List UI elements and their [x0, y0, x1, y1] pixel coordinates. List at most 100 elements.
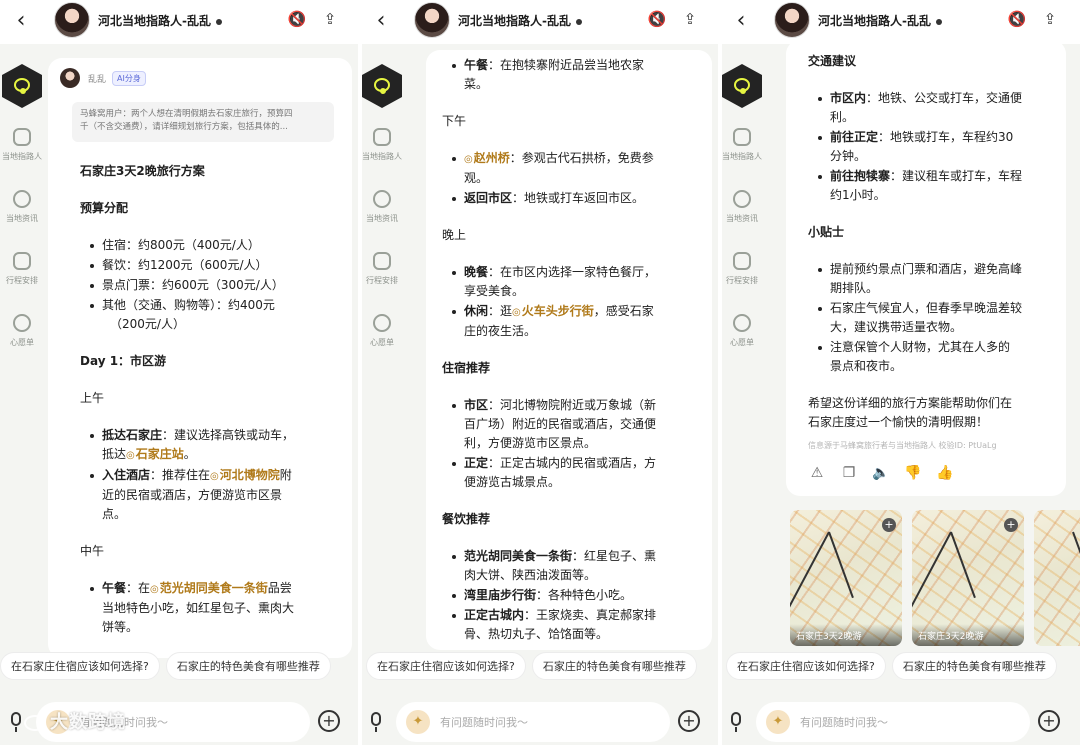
list-item: 石家庄气候宜人，但春季早晚温差较 大，建议携带适量衣物。 [808, 299, 1058, 337]
divider [358, 0, 362, 745]
map-thumbnail[interactable]: + 石家庄3天2晚游 [912, 510, 1024, 646]
sidebar-item-itinerary[interactable]: 行程安排 [720, 252, 764, 286]
map-thumbnail[interactable]: + 石家庄3天2晚游 [790, 510, 902, 646]
quoted-question[interactable]: 马蜂窝用户：两个人想在清明假期去石家庄旅行，预算四 千（不含交通费），请详细规划… [72, 102, 334, 142]
message-card: 乱乱 AI分身 马蜂窝用户：两个人想在清明假期去石家庄旅行，预算四 千（不含交通… [48, 58, 352, 658]
warning-icon[interactable]: ⚠ [808, 464, 826, 482]
suggestion-chip[interactable]: 在石家庄住宿应该如何选择? [0, 652, 160, 680]
sidebar-item-wishlist[interactable]: 心愿单 [0, 314, 44, 348]
list-item: 休闲：逛火车头步行街，感受石家庄的夜生活。 [442, 302, 702, 341]
thumbs-down-icon[interactable]: 👎 [904, 464, 922, 482]
app-logo-icon[interactable] [2, 64, 42, 108]
avatar[interactable] [54, 2, 90, 38]
speaker-mute-icon[interactable]: 🔇 [646, 10, 668, 30]
page-title: 河北当地指路人-乱乱 [458, 12, 582, 29]
section-heading: 交通建议 [808, 54, 857, 68]
chat-screen-1: ‹ 河北当地指路人-乱乱 🔇 ⇪ 当地指路人 当地资讯 行程安排 心愿单 乱乱 … [0, 0, 360, 745]
avatar[interactable] [414, 2, 450, 38]
sidebar-item-wishlist[interactable]: 心愿单 [720, 314, 764, 348]
share-icon[interactable]: ⇪ [680, 10, 700, 30]
afternoon-list: 赵州桥：参观古代石拱桥，免费参观。 返回市区：地铁或打车返回市区。 [442, 149, 702, 208]
app-logo-icon[interactable] [722, 64, 762, 108]
section-heading: 预算分配 [80, 201, 129, 215]
map-thumbnail[interactable] [1034, 510, 1080, 646]
list-item: 范光胡同美食一条街：红星包子、熏 肉大饼、陕西油泼面等。 [442, 547, 702, 585]
itinerary-icon [373, 252, 391, 270]
source-note: 信息源于马蜂窝旅行者与当地指路人 校验ID: PtUaLg [808, 441, 997, 450]
message-sender: 乱乱 AI分身 [60, 68, 146, 88]
list-item: 赵州桥：参观古代石拱桥，免费参观。 [442, 149, 702, 188]
location-link[interactable]: 火车头步行街 [512, 304, 594, 318]
news-icon [373, 190, 391, 208]
suggestion-chip[interactable]: 石家庄的特色美食有哪些推荐 [531, 652, 697, 680]
input-bar: ✦ 有问题随时问我～ + [360, 696, 720, 745]
chat-header: ‹ 河北当地指路人-乱乱 🔇 ⇪ [720, 0, 1080, 44]
sidebar-item-itinerary[interactable]: 行程安排 [0, 252, 44, 286]
microphone-icon[interactable] [6, 710, 26, 734]
location-link[interactable]: 河北博物院 [210, 468, 280, 482]
divider [718, 0, 722, 745]
microphone-icon[interactable] [726, 710, 746, 734]
message-content: 午餐：在抱犊寨附近品尝当地农家菜。 下午 赵州桥：参观古代石拱桥，免费参观。 返… [442, 56, 702, 650]
sidebar-item-guide[interactable]: 当地指路人 [0, 128, 44, 162]
food-list: 范光胡同美食一条街：红星包子、熏 肉大饼、陕西油泼面等。 湾里庙步行街：各种特色小… [442, 547, 702, 644]
add-button[interactable]: + [318, 710, 340, 732]
suggestion-chip[interactable]: 在石家庄住宿应该如何选择? [366, 652, 526, 680]
chat-input[interactable]: ✦ 有问题随时问我～ [396, 702, 670, 742]
suggestion-chip[interactable]: 石家庄的特色美食有哪些推荐 [891, 652, 1057, 680]
time-heading: 下午 [442, 114, 467, 128]
stay-list: 市区：河北博物院附近或万象城（新 百广场）附近的民宿或酒店，交通便 利，方便游览市区… [442, 396, 702, 492]
speaker-icon[interactable]: 🔈 [872, 464, 890, 482]
thumbs-up-icon[interactable]: 👍 [936, 464, 954, 482]
suggestion-chip[interactable]: 石家庄的特色美食有哪些推荐 [165, 652, 331, 680]
chat-header: ‹ 河北当地指路人-乱乱 🔇 ⇪ [360, 0, 720, 44]
sidebar-item-news[interactable]: 当地资讯 [720, 190, 764, 224]
copy-icon[interactable]: ❐ [840, 464, 858, 482]
sidebar-item-itinerary[interactable]: 行程安排 [360, 252, 404, 286]
page-title: 河北当地指路人-乱乱 [98, 12, 222, 29]
suggestion-chips: 在石家庄住宿应该如何选择? 石家庄的特色美食有哪些推荐 [360, 652, 720, 682]
section-heading: Day 1：市区游 [80, 354, 167, 368]
add-button[interactable]: + [1038, 710, 1060, 732]
app-logo-icon[interactable] [362, 64, 402, 108]
sidebar-item-guide[interactable]: 当地指路人 [360, 128, 404, 162]
list-item: 午餐：在抱犊寨附近品尝当地农家 菜。 [442, 56, 702, 94]
share-icon[interactable]: ⇪ [320, 10, 340, 30]
chevron-left-icon[interactable]: ‹ [10, 8, 32, 34]
share-icon[interactable]: ⇪ [1040, 10, 1060, 30]
section-heading: 住宿推荐 [442, 361, 491, 375]
chat-input[interactable]: ✦ 有问题随时问我～ [756, 702, 1030, 742]
list-item: 市区：河北博物院附近或万象城（新 百广场）附近的民宿或酒店，交通便 利，方便游览市区… [442, 396, 702, 453]
sidebar-item-wishlist[interactable]: 心愿单 [360, 314, 404, 348]
list: 午餐：在抱犊寨附近品尝当地农家 菜。 [442, 56, 702, 94]
add-icon[interactable]: + [1004, 518, 1018, 532]
sidebar-item-news[interactable]: 当地资讯 [0, 190, 44, 224]
list-item: 前往抱犊寨：建议租车或打车，车程 约1小时。 [808, 167, 1058, 205]
location-link[interactable]: 石家庄站 [126, 447, 184, 461]
message-content: 交通建议 市区内：地铁、公交或打车，交通便 利。 前往正定：地铁或打车，车程约30… [808, 52, 1058, 482]
add-icon[interactable]: + [882, 518, 896, 532]
speaker-mute-icon[interactable]: 🔇 [1006, 10, 1028, 30]
location-link[interactable]: 范光胡同美食一条街 [150, 581, 268, 595]
time-heading: 晚上 [442, 228, 467, 242]
add-button[interactable]: + [678, 710, 700, 732]
microphone-icon[interactable] [366, 710, 386, 734]
speaker-mute-icon[interactable]: 🔇 [286, 10, 308, 30]
avatar[interactable] [774, 2, 810, 38]
watermark: 大数跨境 [24, 708, 126, 734]
sidebar-item-news[interactable]: 当地资讯 [360, 190, 404, 224]
page-title: 河北当地指路人-乱乱 [818, 12, 942, 29]
chevron-left-icon[interactable]: ‹ [370, 8, 392, 34]
itinerary-icon [13, 252, 31, 270]
location-link[interactable]: 赵州桥 [464, 151, 510, 165]
sidebar: 当地指路人 当地资讯 行程安排 心愿单 [720, 52, 764, 652]
sidebar-item-guide[interactable]: 当地指路人 [720, 128, 764, 162]
suggestion-chip[interactable]: 在石家庄住宿应该如何选择? [726, 652, 886, 680]
list-item: 抵达石家庄：建议选择高铁或动车，抵达石家庄站。 [80, 426, 340, 465]
noon-list: 午餐：在范光胡同美食一条街品尝当地特色小吃，如红星包子、熏肉大饼等。 [80, 579, 340, 637]
chevron-left-icon[interactable]: ‹ [730, 8, 752, 34]
guide-icon [733, 128, 751, 146]
tips-list: 提前预约景点门票和酒店，避免高峰 期排队。 石家庄气候宜人，但春季早晚温差较 大，建… [808, 260, 1058, 376]
budget-list: 住宿：约800元（400元/人） 餐饮：约1200元（600元/人） 景点门票：… [80, 236, 340, 334]
itinerary-icon [733, 252, 751, 270]
